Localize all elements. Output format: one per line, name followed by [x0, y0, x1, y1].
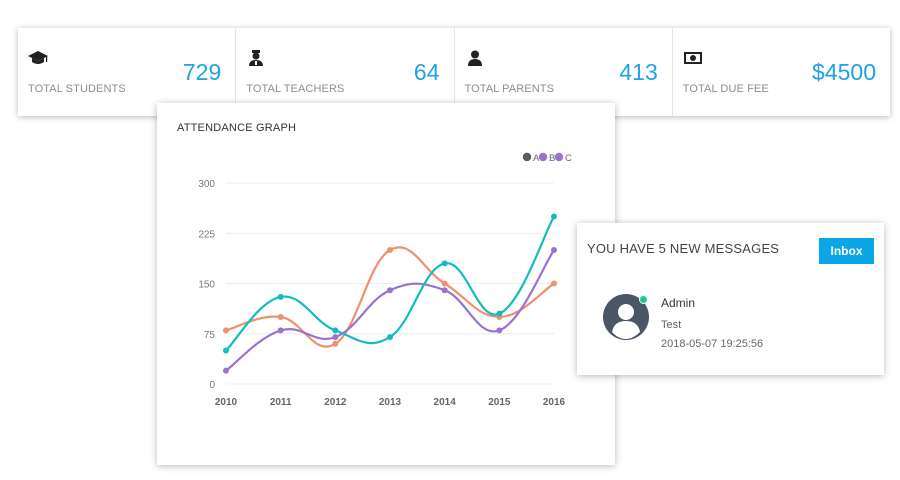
legend-marker-C — [554, 152, 564, 162]
message-text: Test — [661, 319, 682, 331]
data-point-C — [332, 327, 339, 334]
inbox-button[interactable]: Inbox — [819, 238, 874, 264]
stat-value: $4500 — [812, 59, 876, 85]
message-time: 2018-05-07 19:25:56 — [661, 338, 764, 350]
attendance-card: ATTENDANCE GRAPH 0 75 150 225 300 2010 2011 201… — [157, 103, 615, 465]
message-sender[interactable]: Admin — [661, 296, 695, 310]
legend-label-B: B — [549, 153, 555, 164]
x-tick-label: 2015 — [488, 397, 511, 408]
stat-label: TOTAL DUE FEE — [682, 83, 769, 95]
data-point-A — [332, 340, 339, 347]
y-tick-label: 75 — [204, 330, 216, 341]
data-point-B — [496, 327, 503, 334]
data-point-C — [387, 334, 393, 341]
user-icon — [467, 50, 482, 66]
data-point-B — [277, 327, 284, 334]
data-point-C — [223, 347, 229, 354]
legend-label-C: C — [565, 153, 572, 164]
attendance-chart: 0 75 150 225 300 2010 2011 2012 2013 2014 2015 2016… — [198, 152, 572, 408]
data-point-B — [332, 334, 339, 341]
stat-label: TOTAL PARENTS — [464, 83, 555, 95]
data-point-A — [551, 280, 557, 287]
stat-label: TOTAL STUDENTS — [28, 83, 126, 95]
teacher-icon — [249, 50, 264, 66]
messages-card: YOU HAVE 5 NEW MESSAGES Inbox Admin Test… — [577, 223, 884, 375]
y-tick-label: 300 — [198, 179, 215, 190]
data-point-A — [223, 327, 229, 334]
legend-marker-B — [538, 152, 548, 162]
online-status-dot — [639, 295, 648, 304]
stat-value: 64 — [413, 59, 440, 85]
x-tick-label: 2010 — [215, 397, 238, 408]
x-tick-label: 2016 — [543, 397, 566, 408]
data-point-B — [223, 367, 229, 374]
x-tick-label: 2012 — [324, 397, 347, 408]
data-point-C — [441, 260, 448, 267]
data-point-C — [496, 310, 503, 317]
data-point-A — [387, 247, 393, 253]
data-point-C — [551, 213, 557, 220]
graduation-cap-icon — [28, 51, 48, 64]
legend-marker-A — [522, 152, 532, 162]
x-tick-label: 2013 — [379, 397, 402, 408]
y-tick-label: 225 — [198, 229, 215, 240]
x-tick-label: 2014 — [434, 397, 457, 408]
data-point-B — [387, 287, 393, 294]
y-tick-label: 0 — [209, 380, 215, 391]
y-tick-label: 150 — [198, 280, 215, 291]
stat-value: 729 — [182, 59, 222, 85]
data-point-B — [441, 287, 448, 294]
legend-label-A: A — [533, 153, 540, 164]
data-point-B — [551, 247, 557, 253]
x-tick-label: 2011 — [270, 397, 292, 408]
data-point-A — [441, 280, 448, 287]
stat-total-due-fee[interactable]: TOTAL DUE FEE $4500 — [673, 28, 890, 116]
stat-value: 413 — [619, 59, 658, 85]
money-icon — [683, 52, 702, 64]
data-point-A — [277, 314, 284, 320]
data-point-C — [277, 293, 284, 300]
stat-label: TOTAL TEACHERS — [246, 83, 345, 95]
messages-title: YOU HAVE 5 NEW MESSAGES — [587, 241, 780, 256]
